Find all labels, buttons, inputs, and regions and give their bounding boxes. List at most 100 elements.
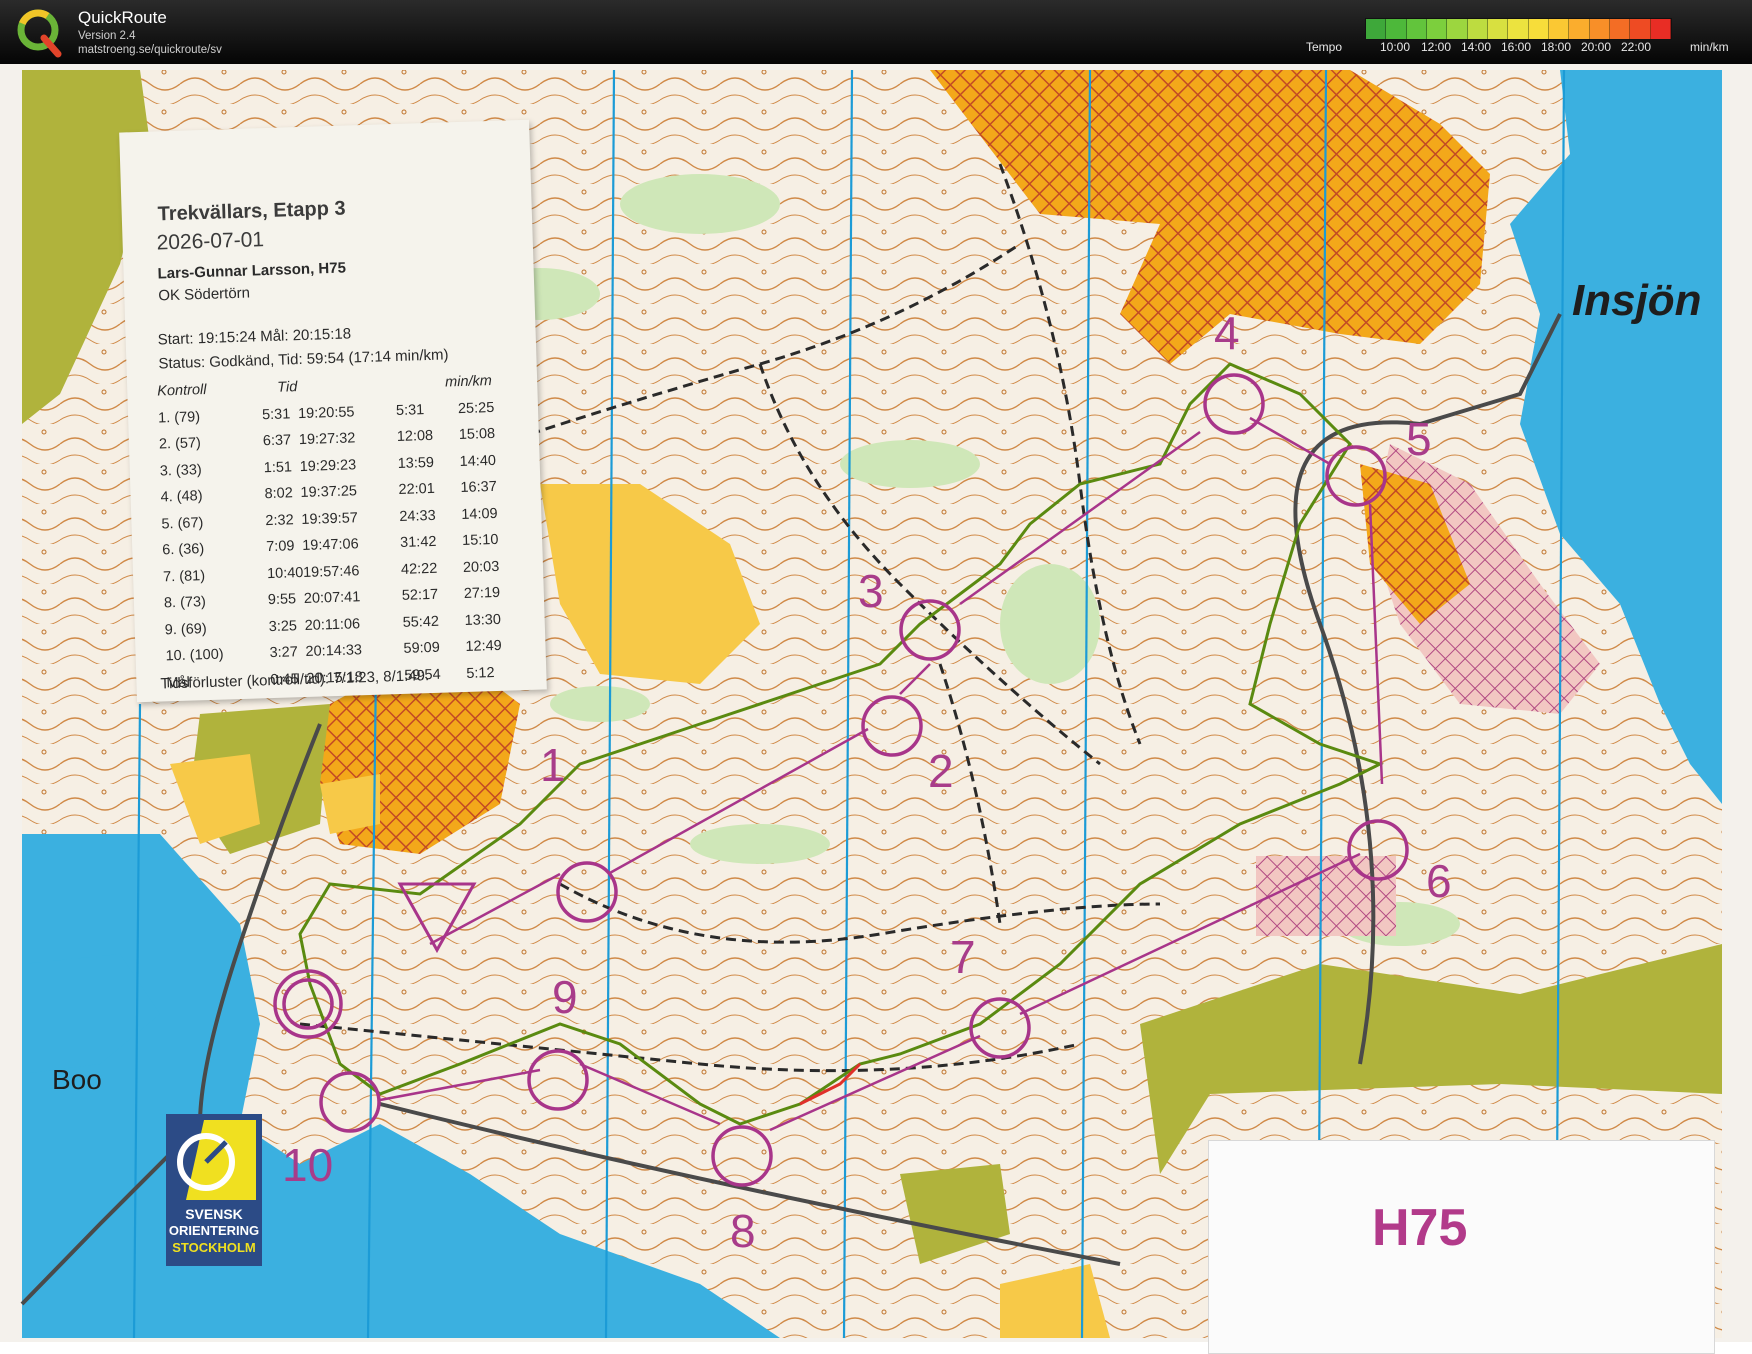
split-leg-time: 9:55: [267, 591, 297, 609]
tempo-unit: min/km: [1690, 40, 1729, 54]
app-version: Version 2.4: [78, 30, 136, 42]
split-control: 6. (36): [162, 541, 205, 559]
control-number-9: 9: [552, 971, 578, 1023]
split-pace: 13:30: [464, 611, 502, 629]
tempo-color-cell: [1366, 19, 1387, 39]
split-total-time: 12:08: [396, 427, 434, 446]
logo-line-2: ORIENTERING: [168, 1223, 260, 1238]
split-leg-time: 2:32: [265, 511, 294, 529]
split-control: 9. (69): [164, 620, 207, 638]
tempo-color-cell: [1630, 19, 1651, 39]
tempo-tick: 14:00: [1461, 40, 1492, 54]
split-clock-time: 19:39:57: [301, 509, 359, 528]
control-number-5: 5: [1406, 413, 1432, 465]
control-number-3: 3: [858, 565, 884, 617]
app-url[interactable]: matstroeng.se/quickroute/sv: [78, 44, 222, 56]
split-leg-time: 7:09: [265, 538, 295, 556]
split-clock-time: 19:27:32: [298, 430, 356, 449]
tempo-color-cell: [1569, 19, 1590, 39]
tempo-color-cell: [1487, 19, 1509, 39]
tempo-color-cell: [1508, 19, 1529, 39]
tempo-label: Tempo: [1306, 40, 1343, 54]
tempo-color-cell: [1528, 19, 1549, 39]
split-total-time: 13:59: [397, 454, 435, 472]
split-pace: 20:03: [462, 558, 500, 576]
split-pace: 16:37: [460, 478, 498, 497]
split-clock-time: 19:47:06: [301, 536, 359, 555]
split-pace: 15:10: [461, 531, 499, 550]
split-pace: 14:40: [459, 452, 497, 470]
split-total-time: 42:22: [400, 560, 438, 578]
runner-name: Lars-Gunnar Larsson, H75: [157, 259, 347, 283]
split-total-time: 52:17: [401, 586, 439, 604]
quickroute-logo-icon: [17, 9, 62, 58]
tempo-tick: 16:00: [1501, 40, 1532, 54]
split-total-time: 5:31: [395, 401, 425, 419]
tempo-color-cell: [1609, 19, 1631, 39]
split-control: 10. (100): [165, 646, 224, 665]
control-number-2: 2: [928, 745, 954, 797]
tempo-color-cell: [1467, 19, 1488, 39]
column-header-pace: min/km: [444, 372, 493, 391]
split-leg-time: 10:40: [266, 564, 304, 582]
split-total-time: 55:42: [402, 613, 440, 631]
split-leg-time: 8:02: [264, 485, 294, 503]
split-total-time: 31:42: [399, 533, 437, 551]
race-status: Status: Godkänd, Tid: 59:54 (17:14 min/k…: [158, 346, 449, 373]
split-control: 7. (81): [162, 567, 206, 585]
split-pace: 5:12: [466, 664, 495, 682]
split-pace: 25:25: [457, 399, 495, 417]
results-sticker: Trekvällars, Etapp 3 2026-07-01 Lars-Gun…: [119, 119, 547, 703]
split-leg-time: 3:25: [268, 617, 298, 635]
app-title: QuickRoute: [78, 8, 167, 27]
tempo-tick: 20:00: [1581, 40, 1612, 54]
split-leg-time: 6:37: [262, 432, 292, 450]
app-header: QuickRoute Version 2.4 matstroeng.se/qui…: [0, 0, 1752, 64]
split-control: 3. (33): [159, 461, 202, 479]
tempo-tick: 12:00: [1421, 40, 1452, 54]
column-header-time: Tid: [276, 379, 298, 396]
split-table: Kontroll Tid min/km 1. (79) 5:31 19:20:55 5…: [157, 372, 547, 702]
split-clock-time: 20:07:41: [303, 589, 361, 608]
split-control: 8. (73): [163, 594, 207, 612]
control-number-8: 8: [730, 1205, 756, 1257]
split-pace: 14:09: [461, 505, 498, 523]
logo-line-3: STOCKHOLM: [172, 1240, 256, 1255]
split-leg-time: 3:27: [269, 644, 299, 662]
control-number-10: 10: [282, 1139, 334, 1191]
split-clock-time: 20:11:06: [304, 615, 361, 634]
tempo-color-scale: [1365, 18, 1672, 40]
split-clock-time: 20:14:33: [305, 642, 363, 660]
runner-club: OK Södertörn: [158, 284, 251, 305]
class-name: H75: [1372, 1199, 1468, 1257]
start-finish-times: Start: 19:15:24 Mål: 20:15:18: [157, 325, 352, 349]
split-clock-time: 19:37:25: [300, 483, 358, 502]
split-total-time: 24:33: [399, 507, 436, 525]
split-pace: 27:19: [463, 584, 501, 602]
compass-logo-icon: [177, 1120, 256, 1200]
control-number-4: 4: [1214, 307, 1240, 359]
control-number-6: 6: [1426, 855, 1452, 907]
tempo-color-cell: [1386, 19, 1407, 39]
svensk-orientering-logo: SVENSK ORIENTERING STOCKHOLM: [166, 1114, 262, 1266]
place-name: Boo: [52, 1064, 102, 1095]
orienteering-map[interactable]: 1 2 3 4 5 6 7 8 9 10 Insjön Boo H75 SVEN…: [0, 64, 1752, 1354]
lake-name: Insjön: [1572, 276, 1702, 325]
split-clock-time: 19:57:46: [302, 562, 360, 581]
tempo-ticks: 10:00 12:00 14:00 16:00 18:00 20:00 22:0…: [1365, 40, 1705, 56]
control-number-1: 1: [540, 739, 566, 791]
tempo-color-cell: [1447, 19, 1468, 39]
column-header-control: Kontroll: [157, 381, 207, 400]
split-pace: 15:08: [458, 425, 496, 444]
split-clock-time: 19:29:23: [299, 456, 357, 475]
tempo-color-cell: [1548, 19, 1570, 39]
tempo-color-cell: [1406, 19, 1427, 39]
split-leg-time: 1:51: [263, 458, 293, 476]
split-pace: 12:49: [465, 637, 503, 655]
race-date: 2026-07-01: [156, 228, 265, 255]
split-total-time: 59:09: [403, 639, 441, 657]
split-leg-time: 5:31: [261, 405, 291, 423]
tempo-color-cell: [1426, 19, 1448, 39]
split-clock-time: 19:20:55: [297, 403, 355, 422]
tempo-tick: 10:00: [1380, 40, 1411, 54]
